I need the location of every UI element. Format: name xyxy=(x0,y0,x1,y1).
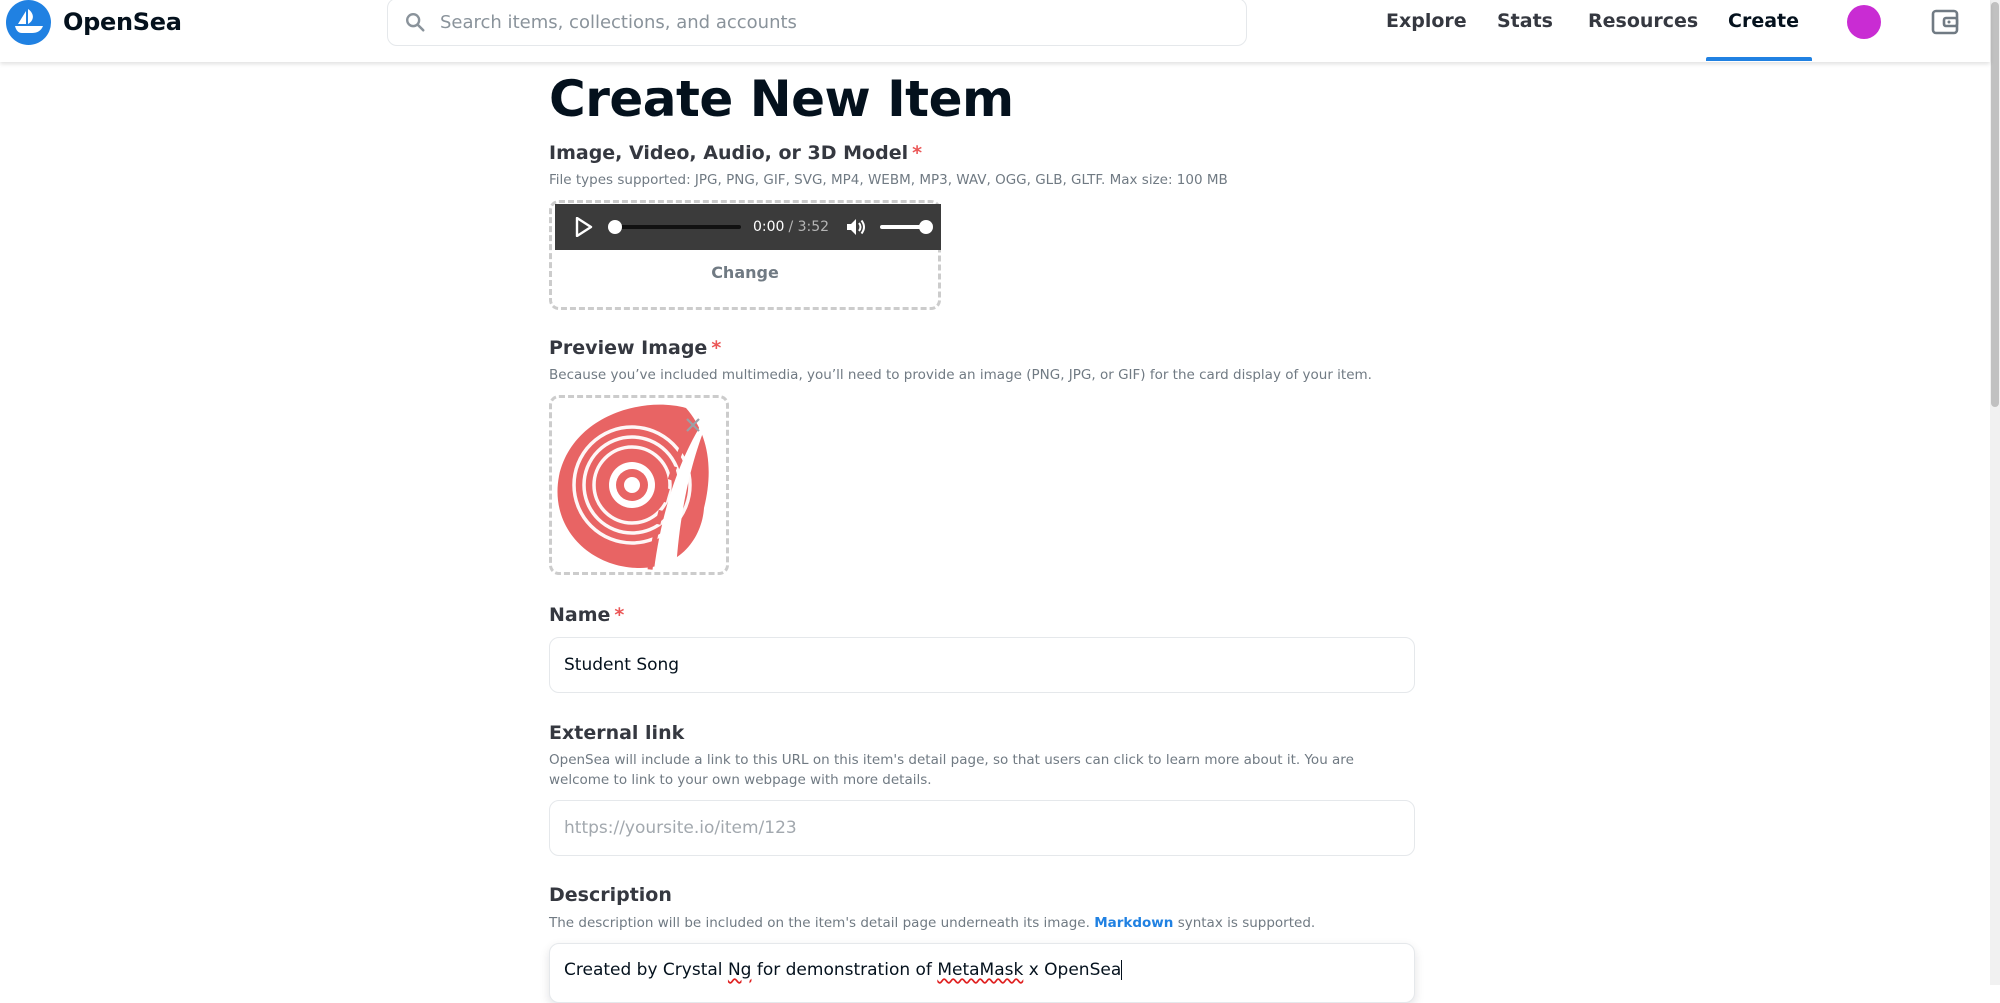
description-hint-suffix: syntax is supported. xyxy=(1177,915,1316,931)
audio-player: 0:00 / 3:52 xyxy=(555,204,941,250)
preview-hint: Because you’ve included multimedia, you’… xyxy=(549,367,1372,383)
active-tab-indicator xyxy=(1706,57,1812,61)
volume-icon[interactable] xyxy=(845,217,867,237)
external-link-hint: OpenSea will include a link to this URL … xyxy=(549,752,1354,788)
description-textarea[interactable]: Created by Crystal Ng for demonstration … xyxy=(549,943,1415,1003)
progress-slider[interactable] xyxy=(607,219,743,235)
description-text-part: Ng xyxy=(727,960,752,980)
change-media-button[interactable]: Change xyxy=(552,263,938,282)
description-label: Description xyxy=(549,884,672,906)
search-input[interactable] xyxy=(440,11,1220,33)
name-input[interactable] xyxy=(564,655,1414,675)
nav-resources[interactable]: Resources xyxy=(1588,0,1698,62)
page-title: Create New Item xyxy=(549,70,1014,128)
search-bar[interactable] xyxy=(387,0,1247,46)
search-icon xyxy=(406,13,425,32)
volume-knob[interactable] xyxy=(919,220,934,234)
nav-create[interactable]: Create xyxy=(1728,0,1799,62)
opensea-ship-icon xyxy=(6,0,51,45)
top-navbar: OpenSea Explore Stats Resources Create xyxy=(0,0,1990,62)
description-hint-text: The description will be included on the … xyxy=(549,915,1090,931)
nav-explore[interactable]: Explore xyxy=(1386,0,1467,62)
markdown-link[interactable]: Markdown xyxy=(1094,915,1173,931)
description-text: Created by Crystal Ng for demonstration … xyxy=(564,960,1121,980)
description-text-part: Created by Crystal xyxy=(564,960,728,980)
external-link-field[interactable] xyxy=(549,800,1415,856)
nav-stats[interactable]: Stats xyxy=(1497,0,1553,62)
media-hint: File types supported: JPG, PNG, GIF, SVG… xyxy=(549,172,1228,188)
play-icon[interactable] xyxy=(575,217,593,237)
description-text-part: x OpenSea xyxy=(1023,960,1122,980)
progress-knob[interactable] xyxy=(608,220,622,234)
name-label-text: Name xyxy=(549,604,611,626)
required-marker: * xyxy=(614,604,625,626)
opensea-logo[interactable]: OpenSea xyxy=(6,0,182,45)
name-label: Name * xyxy=(549,604,624,626)
profile-avatar[interactable] xyxy=(1847,5,1881,39)
text-cursor xyxy=(1121,960,1123,980)
description-text-part: MetaMask xyxy=(937,960,1024,980)
current-time: 0:00 xyxy=(753,219,785,235)
external-link-label: External link xyxy=(549,722,685,744)
brand-name: OpenSea xyxy=(63,8,182,36)
description-text-part: for demonstration of xyxy=(751,960,938,980)
duration: / 3:52 xyxy=(788,219,830,235)
wallet-icon[interactable] xyxy=(1930,7,1960,37)
media-label-text: Image, Video, Audio, or 3D Model xyxy=(549,142,909,164)
page-scrollbar[interactable] xyxy=(1990,0,2000,985)
required-marker: * xyxy=(711,337,722,359)
media-label: Image, Video, Audio, or 3D Model * xyxy=(549,142,922,164)
preview-label: Preview Image * xyxy=(549,337,721,359)
required-marker: * xyxy=(912,142,923,164)
name-field[interactable] xyxy=(549,637,1415,693)
media-upload-box[interactable]: 0:00 / 3:52 Change xyxy=(549,200,941,310)
preview-label-text: Preview Image xyxy=(549,337,708,359)
description-hint: The description will be included on the … xyxy=(549,913,1315,933)
volume-slider[interactable] xyxy=(878,219,934,235)
scrollbar-thumb[interactable] xyxy=(1991,2,1999,407)
external-link-input[interactable] xyxy=(564,818,1414,838)
remove-image-icon[interactable] xyxy=(685,417,701,433)
preview-upload-box[interactable] xyxy=(549,395,729,575)
